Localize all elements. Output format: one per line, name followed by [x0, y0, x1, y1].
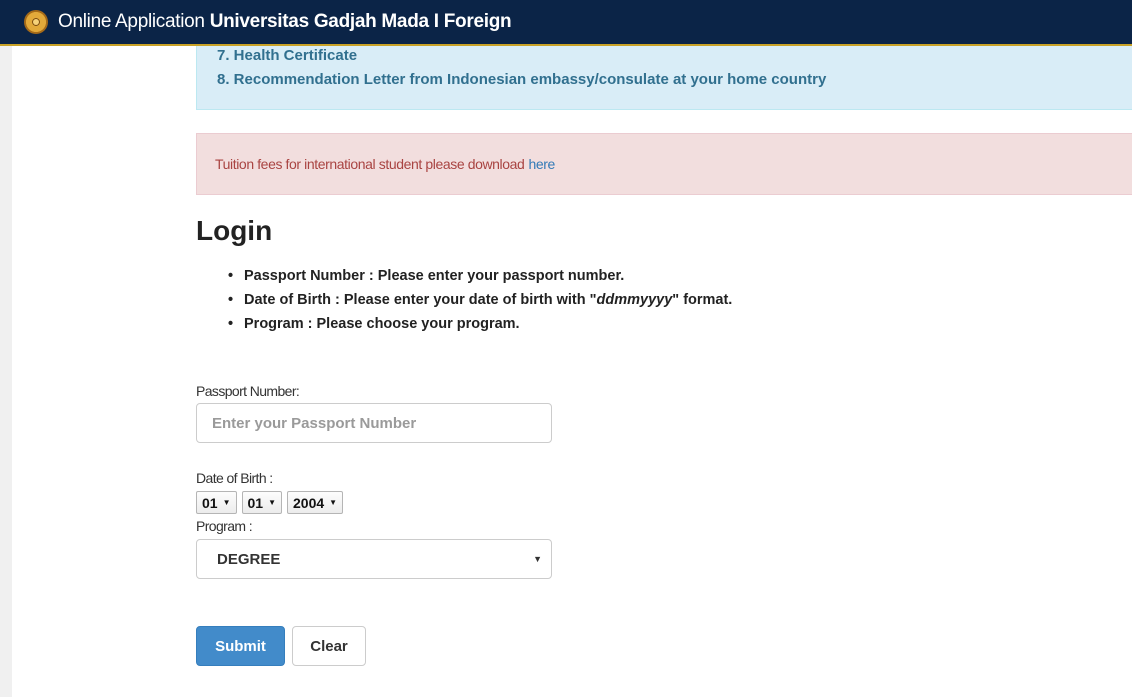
passport-label: Passport Number:: [196, 383, 300, 399]
program-label: Program :: [196, 518, 253, 534]
caret-down-icon: ▼: [533, 554, 542, 564]
dob-day-select[interactable]: 01 ▼: [196, 491, 237, 514]
rule-passport: Passport Number : Please enter your pass…: [228, 264, 732, 288]
dob-month-value: 01: [247, 494, 264, 511]
caret-down-icon: ▼: [222, 498, 231, 507]
brand-part3: I Foreign: [433, 11, 512, 32]
program-value: DEGREE: [217, 550, 281, 568]
requirement-item-7: 7. Health Certificate: [217, 47, 358, 64]
brand-part1: Online Application: [58, 11, 205, 32]
dob-day-value: 01: [202, 494, 218, 511]
requirement-item-8: 8. Recommendation Letter from Indonesian…: [217, 71, 827, 88]
caret-down-icon: ▼: [329, 498, 338, 507]
rule-dob-format: ddmmyyyy: [596, 292, 673, 308]
top-navbar: Online Application Universitas Gadjah Mad…: [0, 0, 1132, 46]
submit-button[interactable]: Submit: [196, 626, 285, 666]
login-title: Login: [196, 215, 273, 246]
dob-year-select[interactable]: 2004 ▼: [287, 491, 344, 514]
rule-dob: Date of Birth : Please enter your date o…: [228, 288, 732, 312]
tuition-alert-text: Tuition fees for international student p…: [215, 156, 525, 172]
dob-selects: 01 ▼ 01 ▼ 2004 ▼: [196, 491, 348, 514]
rule-dob-suffix: format.: [683, 292, 733, 308]
dob-month-select[interactable]: 01 ▼: [241, 491, 282, 514]
rule-dob-text: Date of Birth : Please enter your date o…: [244, 292, 586, 308]
clear-button[interactable]: Clear: [292, 626, 366, 666]
passport-input[interactable]: [196, 403, 552, 443]
ugm-logo-icon: [24, 10, 48, 34]
caret-down-icon: ▼: [268, 498, 276, 507]
rule-program: Program : Please choose your program.: [228, 312, 732, 336]
requirements-info-box: 7. Health Certificate 8. Recommendation …: [196, 36, 1132, 110]
brand-link[interactable]: Online Application Universitas Gadjah Mad…: [58, 11, 512, 33]
tuition-alert: Tuition fees for international student p…: [196, 133, 1132, 195]
tuition-download-link[interactable]: here: [528, 156, 555, 172]
brand-part2: Universitas Gadjah Mada: [209, 11, 429, 32]
program-select[interactable]: DEGREE ▼: [196, 539, 552, 579]
dob-label: Date of Birth :: [196, 470, 273, 486]
login-instructions: Passport Number : Please enter your pass…: [228, 264, 732, 336]
dob-year-value: 2004: [293, 494, 325, 511]
